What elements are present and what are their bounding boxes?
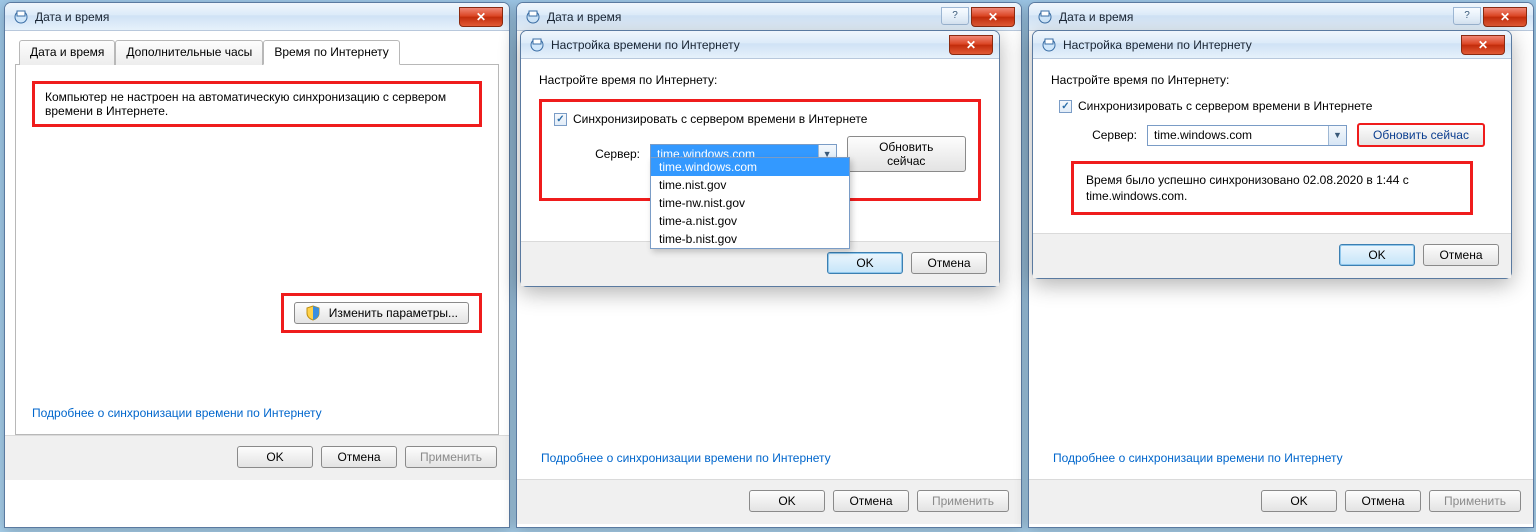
dialog-button-row: OK Отмена Применить <box>1029 479 1533 524</box>
tab-date-time[interactable]: Дата и время <box>19 40 115 65</box>
server-selected: time.windows.com <box>1148 126 1328 145</box>
close-button[interactable]: ✕ <box>971 7 1015 27</box>
sync-success-text: Время было успешно синхронизовано 02.08.… <box>1086 173 1409 203</box>
titlebar[interactable]: Дата и время ✕ <box>5 3 509 31</box>
titlebar[interactable]: Настройка времени по Интернету ✕ <box>521 31 999 59</box>
date-time-window: Дата и время ✕ Дата и время Дополнительн… <box>4 2 510 528</box>
change-settings-button[interactable]: Изменить параметры... <box>294 302 469 324</box>
sync-checkbox[interactable]: ✓ <box>1059 100 1072 113</box>
more-info-link[interactable]: Подробнее о синхронизации времени по Инт… <box>1053 451 1343 465</box>
sync-checkbox[interactable]: ✓ <box>554 113 567 126</box>
tab-page-internet-time: Компьютер не настроен на автоматическую … <box>15 65 499 435</box>
tab-additional-clocks[interactable]: Дополнительные часы <box>115 40 263 65</box>
server-label: Сервер: <box>1081 128 1137 142</box>
cancel-button[interactable]: Отмена <box>1423 244 1499 266</box>
titlebar[interactable]: Дата и время ? ✕ <box>517 3 1021 31</box>
instruction-text: Настройте время по Интернету: <box>1051 73 1493 87</box>
update-now-button[interactable]: Обновить сейчас <box>1357 123 1485 147</box>
titlebar[interactable]: Настройка времени по Интернету ✕ <box>1033 31 1511 59</box>
internet-time-settings-dialog-success: Настройка времени по Интернету ✕ Настрой… <box>1032 30 1512 279</box>
datetime-icon <box>13 9 29 25</box>
server-option[interactable]: time.nist.gov <box>651 176 849 194</box>
dialog-button-row: OK Отмена Применить <box>5 435 509 480</box>
tab-strip: Дата и время Дополнительные часы Время п… <box>15 39 499 65</box>
apply-button[interactable]: Применить <box>405 446 497 468</box>
more-info-link[interactable]: Подробнее о синхронизации времени по Инт… <box>32 406 322 420</box>
sync-success-message: Время было успешно синхронизовано 02.08.… <box>1071 161 1473 215</box>
window-title: Дата и время <box>547 10 941 24</box>
chevron-down-icon[interactable]: ▼ <box>1328 126 1346 145</box>
ok-button[interactable]: OK <box>1339 244 1415 266</box>
more-info-link[interactable]: Подробнее о синхронизации времени по Инт… <box>541 451 831 465</box>
server-option[interactable]: time-a.nist.gov <box>651 212 849 230</box>
update-now-button[interactable]: Обновить сейчас <box>847 136 966 172</box>
datetime-icon <box>529 37 545 53</box>
dialog-button-row: OK Отмена Применить <box>517 479 1021 524</box>
server-dropdown: time.windows.com time.nist.gov time-nw.n… <box>650 157 850 249</box>
sync-checkbox-label: Синхронизировать с сервером времени в Ин… <box>1078 99 1372 113</box>
help-button[interactable]: ? <box>941 7 969 25</box>
datetime-icon <box>1037 9 1053 25</box>
ok-button[interactable]: OK <box>749 490 825 512</box>
close-button[interactable]: ✕ <box>459 7 503 27</box>
ok-button[interactable]: OK <box>237 446 313 468</box>
close-button[interactable]: ✕ <box>1461 35 1505 55</box>
sync-checkbox-row: ✓ Синхронизировать с сервером времени в … <box>1059 99 1493 113</box>
window-title: Дата и время <box>1059 10 1453 24</box>
cancel-button[interactable]: Отмена <box>1345 490 1421 512</box>
shield-icon <box>305 305 321 321</box>
apply-button[interactable]: Применить <box>1429 490 1521 512</box>
dialog-button-row: OK Отмена <box>1033 233 1511 278</box>
internet-time-settings-dialog: Настройка времени по Интернету ✕ Настрой… <box>520 30 1000 287</box>
sync-status-text: Компьютер не настроен на автоматическую … <box>45 90 446 118</box>
dialog-title: Настройка времени по Интернету <box>551 38 949 52</box>
cancel-button[interactable]: Отмена <box>911 252 987 274</box>
titlebar[interactable]: Дата и время ? ✕ <box>1029 3 1533 31</box>
server-option[interactable]: time.windows.com <box>651 158 849 176</box>
instruction-text: Настройте время по Интернету: <box>539 73 981 87</box>
server-option[interactable]: time-b.nist.gov <box>651 230 849 248</box>
change-settings-label: Изменить параметры... <box>329 306 458 320</box>
datetime-icon <box>1041 37 1057 53</box>
cancel-button[interactable]: Отмена <box>833 490 909 512</box>
cancel-button[interactable]: Отмена <box>321 446 397 468</box>
help-button[interactable]: ? <box>1453 7 1481 25</box>
change-settings-highlight: Изменить параметры... <box>281 293 482 333</box>
sync-checkbox-row: ✓ Синхронизировать с сервером времени в … <box>554 112 966 126</box>
sync-checkbox-label: Синхронизировать с сервером времени в Ин… <box>573 112 867 126</box>
datetime-icon <box>525 9 541 25</box>
sync-controls-highlight: ✓ Синхронизировать с сервером времени в … <box>539 99 981 201</box>
server-label: Сервер: <box>584 147 640 161</box>
server-combobox[interactable]: time.windows.com ▼ <box>1147 125 1347 146</box>
server-option[interactable]: time-nw.nist.gov <box>651 194 849 212</box>
ok-button[interactable]: OK <box>1261 490 1337 512</box>
close-button[interactable]: ✕ <box>1483 7 1527 27</box>
close-button[interactable]: ✕ <box>949 35 993 55</box>
apply-button[interactable]: Применить <box>917 490 1009 512</box>
dialog-title: Настройка времени по Интернету <box>1063 38 1461 52</box>
ok-button[interactable]: OK <box>827 252 903 274</box>
tab-internet-time[interactable]: Время по Интернету <box>263 40 399 65</box>
sync-status-message: Компьютер не настроен на автоматическую … <box>32 81 482 127</box>
window-title: Дата и время <box>35 10 459 24</box>
